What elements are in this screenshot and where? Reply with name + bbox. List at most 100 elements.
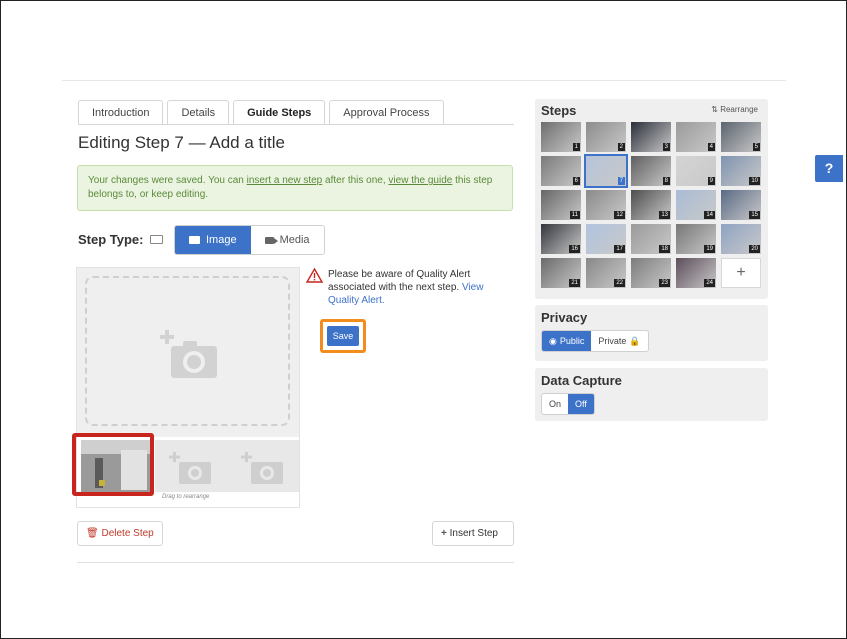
step-thumbnail[interactable]: 22 — [586, 258, 626, 288]
privacy-private-button[interactable]: Private 🔒 — [591, 331, 647, 351]
step-type-label: Step Type: — [78, 232, 144, 247]
privacy-title: Privacy — [541, 310, 588, 325]
step-thumbnail[interactable]: 6 — [541, 156, 581, 186]
step-thumbnail[interactable]: 19 — [676, 224, 716, 254]
step-number: 8 — [662, 177, 670, 185]
step-type-toggle: Image Media — [174, 225, 325, 255]
step-number: 20 — [749, 245, 760, 253]
image-slot-2[interactable] — [155, 440, 227, 492]
video-icon — [264, 236, 278, 244]
data-capture-panel: Data Capture On Off — [535, 368, 768, 421]
steps-title: Steps — [541, 103, 577, 118]
add-photo-icon — [160, 330, 217, 378]
page-title: Editing Step 7 — Add a title — [78, 133, 285, 152]
step-thumbnail[interactable]: 23 — [631, 258, 671, 288]
step-number: 18 — [659, 245, 670, 253]
step-thumbnail[interactable]: 20 — [721, 224, 761, 254]
step-thumbnail[interactable]: 5 — [721, 122, 761, 152]
quality-alert-text: Please be aware of Quality Alert associa… — [328, 269, 471, 293]
step-number: 11 — [569, 211, 580, 219]
step-thumbnail[interactable]: 11 — [541, 190, 581, 220]
warning-icon — [306, 268, 323, 283]
step-thumbnail[interactable]: 15 — [721, 190, 761, 220]
step-thumbnail[interactable]: 2 — [586, 122, 626, 152]
data-capture-on-button[interactable]: On — [542, 394, 568, 414]
step-number: 5 — [752, 143, 760, 151]
globe-icon: ◉ — [549, 336, 557, 346]
tabs-divider — [78, 124, 514, 125]
step-number: 14 — [704, 211, 715, 219]
alert-text-1: Your changes were saved. You can — [88, 175, 247, 186]
step-number: 23 — [659, 279, 670, 287]
keyboard-icon — [150, 235, 163, 244]
privacy-public-button[interactable]: ◉ Public — [542, 331, 592, 351]
add-step-thumbnail-button[interactable]: + — [721, 258, 761, 288]
highlight-annotation — [72, 433, 154, 496]
data-capture-toggle: On Off — [541, 393, 595, 415]
save-button[interactable]: Save — [327, 326, 359, 346]
privacy-private-label: Private — [598, 336, 627, 346]
step-thumbnail[interactable]: 10 — [721, 156, 761, 186]
step-thumbnail[interactable]: 12 — [586, 190, 626, 220]
step-thumbnail[interactable]: 13 — [631, 190, 671, 220]
step-number: 12 — [614, 211, 625, 219]
step-thumbnail[interactable]: 14 — [676, 190, 716, 220]
step-number: 22 — [614, 279, 625, 287]
image-dropzone[interactable] — [85, 276, 290, 426]
image-slot-3[interactable] — [227, 440, 299, 492]
insert-step-label: Insert Step — [449, 528, 498, 539]
step-thumbnail[interactable]: 1 — [541, 122, 581, 152]
step-thumbnail[interactable]: 4 — [676, 122, 716, 152]
insert-new-step-link[interactable]: insert a new step — [247, 175, 323, 186]
step-thumbnail[interactable]: 17 — [586, 224, 626, 254]
step-number: 13 — [659, 211, 670, 219]
lock-icon: 🔒 — [629, 336, 641, 346]
step-number: 6 — [572, 177, 580, 185]
step-number: 15 — [749, 211, 760, 219]
tab-guide-steps[interactable]: Guide Steps — [233, 100, 326, 125]
footer-divider — [77, 562, 514, 563]
rearrange-label: Rearrange — [720, 105, 758, 114]
help-button[interactable]: ? — [815, 155, 843, 182]
privacy-public-label: Public — [559, 336, 585, 346]
step-number: 10 — [749, 177, 760, 185]
step-number: 9 — [707, 177, 715, 185]
step-thumbnail[interactable]: 18 — [631, 224, 671, 254]
step-thumbnail[interactable]: 9 — [676, 156, 716, 186]
view-guide-link[interactable]: view the guide — [388, 175, 452, 186]
drag-hint: Drag to rearrange — [162, 494, 210, 500]
plus-icon: + — [441, 528, 447, 539]
step-thumbnail[interactable]: 7 — [584, 154, 628, 188]
step-number: 4 — [707, 143, 715, 151]
tab-approval-process[interactable]: Approval Process — [329, 100, 444, 125]
step-type-image-button[interactable]: Image — [175, 226, 251, 254]
step-thumbnail[interactable]: 21 — [541, 258, 581, 288]
delete-step-label: Delete Step — [101, 528, 154, 539]
step-type-image-label: Image — [206, 234, 237, 246]
step-thumbnail[interactable]: 8 — [631, 156, 671, 186]
trash-icon: 🗑 — [86, 528, 99, 539]
step-thumbnail[interactable]: 3 — [631, 122, 671, 152]
step-number: 3 — [662, 143, 670, 151]
step-number: 2 — [617, 143, 625, 151]
success-alert: Your changes were saved. You can insert … — [77, 165, 513, 211]
delete-step-button[interactable]: 🗑 Delete Step — [77, 521, 163, 546]
step-thumbnail[interactable]: 24 — [676, 258, 716, 288]
step-number: 19 — [704, 245, 715, 253]
tab-introduction[interactable]: Introduction — [78, 100, 164, 125]
alert-text-2: after this one, — [322, 175, 389, 186]
insert-step-button[interactable]: + Insert Step — [432, 521, 514, 546]
tab-details[interactable]: Details — [167, 100, 230, 125]
step-number: 1 — [572, 143, 580, 151]
add-photo-icon — [169, 452, 211, 484]
steps-panel: Steps ⇅ Rearrange 1 2 3 4 5 6 7 8 9 10 11 12 13 14 15 1… — [535, 99, 768, 299]
privacy-panel: Privacy ◉ Public Private 🔒 — [535, 305, 768, 361]
tab-bar: Introduction Details Guide Steps Approva… — [78, 100, 448, 125]
step-type-media-button[interactable]: Media — [250, 226, 324, 254]
save-highlight: Save — [320, 319, 366, 353]
header-divider — [62, 80, 786, 81]
data-capture-off-button[interactable]: Off — [568, 394, 594, 414]
rearrange-button[interactable]: ⇅ Rearrange — [711, 105, 758, 114]
step-thumbnail[interactable]: 16 — [541, 224, 581, 254]
data-capture-title: Data Capture — [541, 373, 622, 388]
